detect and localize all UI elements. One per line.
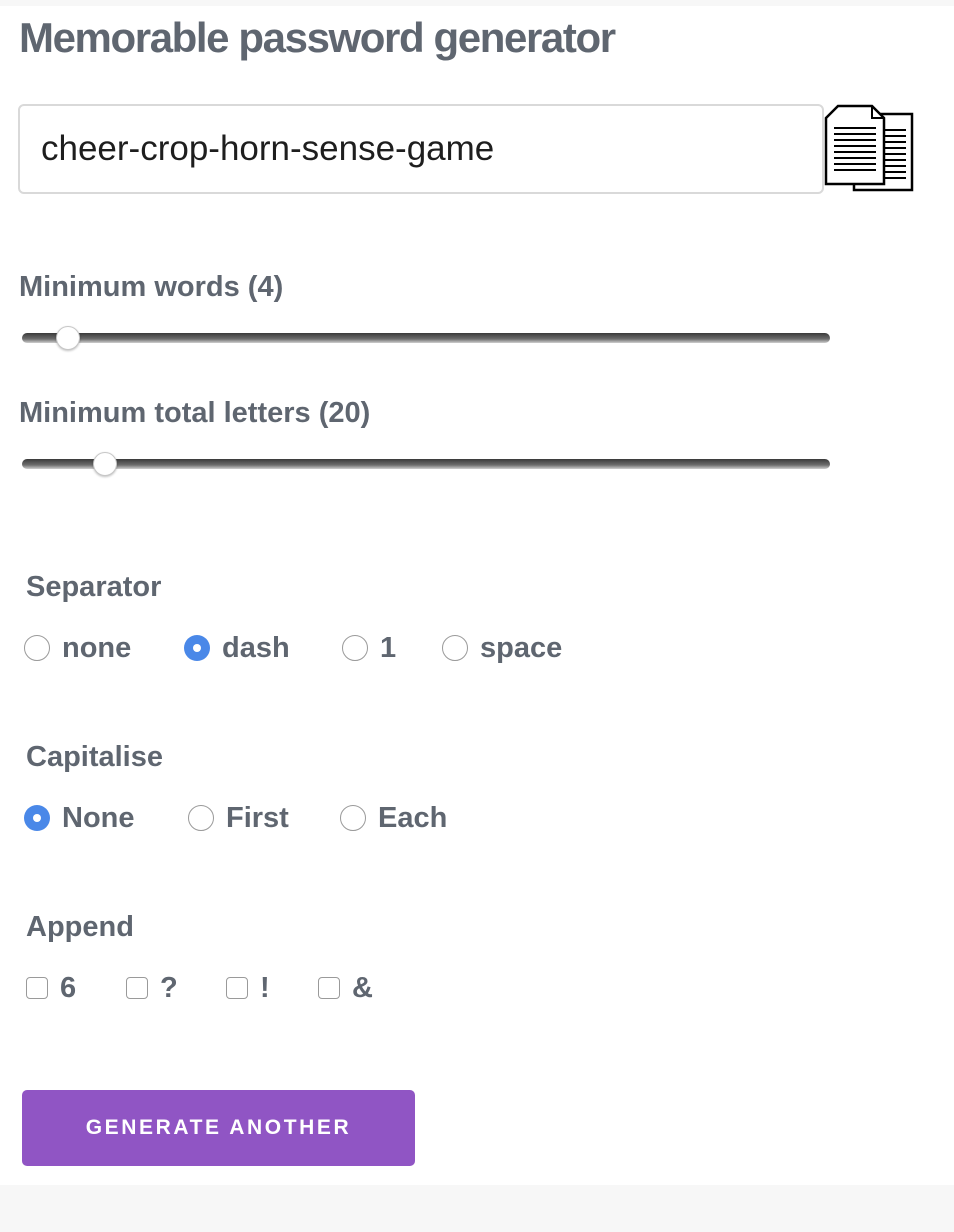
radio-button[interactable] bbox=[342, 635, 368, 661]
radio-button[interactable] bbox=[442, 635, 468, 661]
append-heading: Append bbox=[26, 911, 134, 943]
append-option-6[interactable]: 6 bbox=[26, 971, 76, 1005]
password-field[interactable] bbox=[18, 104, 824, 194]
min-letters-label: Minimum total letters (20) bbox=[19, 397, 371, 429]
option-label: Each bbox=[378, 802, 448, 834]
append-option-question[interactable]: ? bbox=[126, 971, 178, 1005]
slider-track bbox=[22, 333, 830, 343]
separator-option-space[interactable]: space bbox=[442, 631, 562, 665]
slider-thumb[interactable] bbox=[56, 326, 81, 350]
copy-documents-icon bbox=[824, 104, 914, 192]
checkbox[interactable] bbox=[126, 977, 148, 999]
slider-thumb[interactable] bbox=[93, 452, 118, 476]
page-title: Memorable password generator bbox=[19, 14, 616, 61]
min-words-slider[interactable] bbox=[22, 324, 830, 354]
option-label: ! bbox=[260, 972, 270, 1004]
option-label: space bbox=[480, 632, 563, 664]
radio-button[interactable] bbox=[24, 635, 50, 661]
slider-track bbox=[22, 459, 830, 469]
radio-button[interactable] bbox=[184, 635, 210, 661]
option-label: ? bbox=[160, 972, 178, 1004]
option-label: 6 bbox=[60, 972, 77, 1004]
min-words-label: Minimum words (4) bbox=[19, 271, 284, 303]
separator-option-dash[interactable]: dash bbox=[184, 631, 290, 665]
radio-button[interactable] bbox=[340, 805, 366, 831]
generator-panel: Memorable password generator Minimum wor… bbox=[0, 6, 954, 1185]
append-option-exclamation[interactable]: ! bbox=[226, 971, 270, 1005]
copy-button[interactable] bbox=[824, 104, 916, 196]
option-label: None bbox=[62, 802, 135, 834]
checkbox[interactable] bbox=[318, 977, 340, 999]
separator-heading: Separator bbox=[26, 571, 162, 603]
separator-option-1[interactable]: 1 bbox=[342, 631, 396, 665]
generate-another-button[interactable]: GENERATE ANOTHER bbox=[22, 1090, 415, 1166]
separator-option-none[interactable]: none bbox=[24, 631, 131, 665]
capitalise-option-first[interactable]: First bbox=[188, 801, 289, 835]
radio-button[interactable] bbox=[188, 805, 214, 831]
checkbox[interactable] bbox=[226, 977, 248, 999]
append-option-ampersand[interactable]: & bbox=[318, 971, 373, 1005]
option-label: none bbox=[62, 632, 132, 664]
option-label: First bbox=[226, 802, 289, 834]
capitalise-heading: Capitalise bbox=[26, 741, 163, 773]
capitalise-option-each[interactable]: Each bbox=[340, 801, 447, 835]
option-label: 1 bbox=[380, 632, 397, 664]
checkbox[interactable] bbox=[26, 977, 48, 999]
capitalise-option-none[interactable]: None bbox=[24, 801, 135, 835]
radio-button[interactable] bbox=[24, 805, 50, 831]
option-label: & bbox=[352, 972, 373, 1004]
option-label: dash bbox=[222, 632, 290, 664]
min-letters-slider[interactable] bbox=[22, 450, 830, 480]
